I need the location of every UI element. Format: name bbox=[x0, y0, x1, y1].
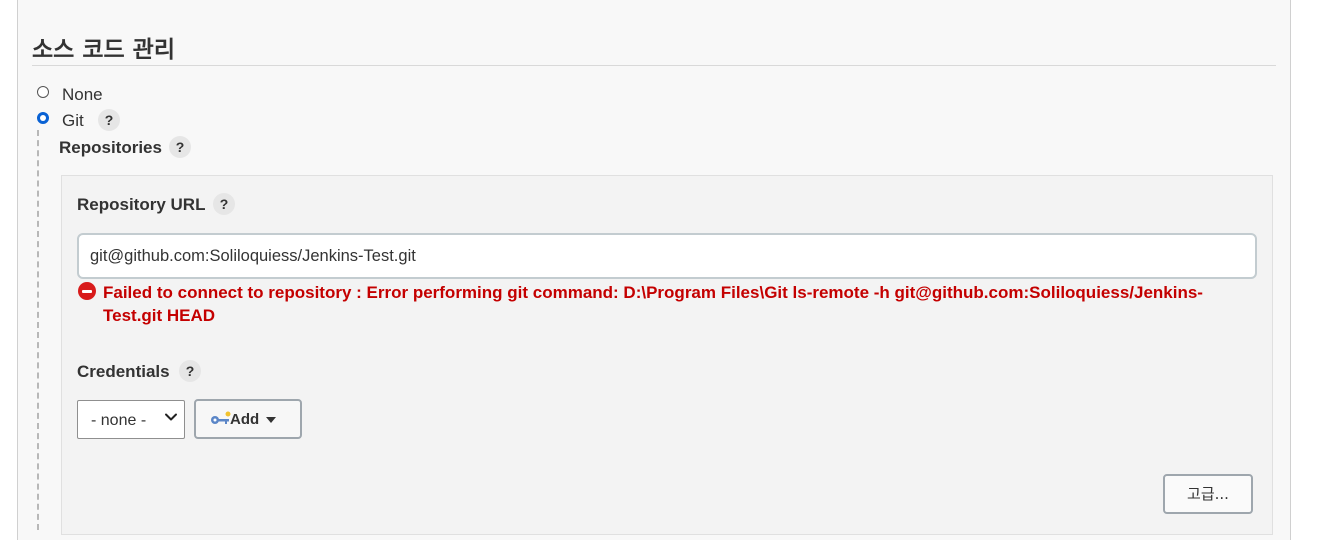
repository-url-help-icon[interactable]: ? bbox=[213, 193, 235, 215]
caret-down-icon bbox=[266, 417, 276, 423]
repository-url-input[interactable] bbox=[77, 233, 1257, 279]
stop-icon bbox=[78, 282, 96, 300]
repositories-label: Repositories bbox=[59, 138, 162, 157]
chevron-down-icon bbox=[165, 413, 177, 421]
repositories-help-icon[interactable]: ? bbox=[169, 136, 191, 158]
add-credentials-button[interactable]: Add bbox=[194, 399, 302, 439]
repository-entry bbox=[61, 175, 1273, 535]
radio-none-label[interactable]: None bbox=[62, 85, 103, 105]
credentials-label: Credentials bbox=[77, 362, 170, 381]
git-help-icon[interactable]: ? bbox=[98, 109, 120, 131]
repository-url-error: Failed to connect to repository : Error … bbox=[103, 283, 1203, 325]
credentials-select-value: - none - bbox=[91, 412, 147, 429]
credentials-select[interactable]: - none - bbox=[77, 400, 185, 439]
add-credentials-label: Add bbox=[230, 411, 260, 428]
git-section-guide bbox=[37, 130, 39, 530]
section-divider bbox=[32, 65, 1276, 66]
repository-url-label: Repository URL bbox=[77, 195, 206, 214]
credentials-help-icon[interactable]: ? bbox=[179, 360, 201, 382]
advanced-button[interactable]: 고급... bbox=[1163, 474, 1253, 514]
radio-none[interactable] bbox=[37, 86, 49, 98]
section-title: 소스 코드 관리 bbox=[32, 37, 175, 63]
radio-git[interactable] bbox=[37, 112, 49, 124]
key-icon bbox=[211, 411, 231, 424]
radio-git-label[interactable]: Git bbox=[62, 111, 84, 131]
